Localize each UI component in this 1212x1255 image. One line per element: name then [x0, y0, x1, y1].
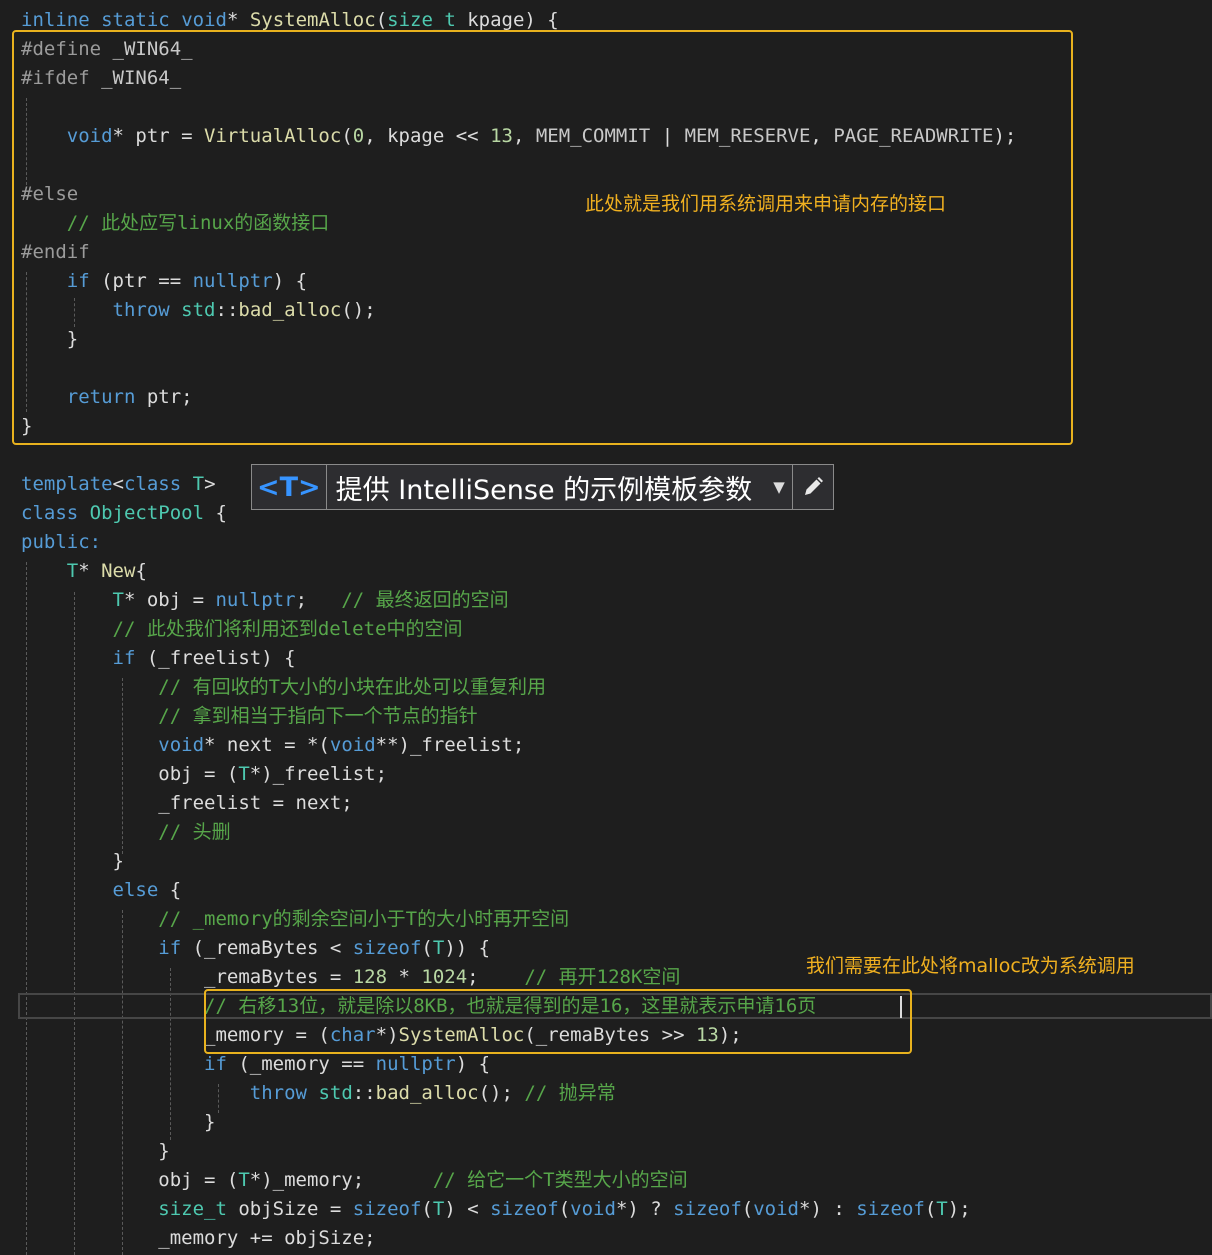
malloc-annotation: 我们需要在此处将malloc改为系统调用	[806, 955, 1135, 977]
code-line[interactable]: T* obj = nullptr; // 最终返回的空间	[21, 586, 509, 615]
code-line[interactable]: throw std::bad_alloc(); // 抛异常	[21, 1079, 616, 1108]
code-line[interactable]: if (_freelist) {	[21, 644, 296, 673]
code-line[interactable]: _remaBytes = 128 * 1024; // 再开128K空间	[21, 963, 680, 992]
systemalloc-highlight-box	[204, 989, 912, 1054]
template-param-badge[interactable]: <T>	[252, 465, 327, 509]
code-line[interactable]: if (_remaBytes < sizeof(T)) {	[21, 934, 490, 963]
code-line[interactable]: _freelist = next;	[21, 789, 352, 818]
code-line[interactable]: public:	[21, 528, 101, 557]
code-line[interactable]: if (_memory == nullptr) {	[21, 1050, 490, 1079]
code-comment[interactable]: // 有回收的T大小的小块在此处可以重复利用	[21, 673, 546, 702]
code-comment[interactable]: // 头删	[21, 818, 230, 847]
code-line[interactable]: template<class T>	[21, 470, 216, 499]
code-line[interactable]: class ObjectPool {	[21, 499, 227, 528]
chevron-down-icon[interactable]: ▼	[766, 478, 792, 496]
pencil-icon[interactable]	[792, 465, 833, 509]
syscall-annotation: 此处就是我们用系统调用来申请内存的接口	[585, 193, 947, 215]
code-comment[interactable]: // 此处我们将利用还到delete中的空间	[21, 615, 463, 644]
code-comment[interactable]: // _memory的剩余空间小于T的大小时再开空间	[21, 905, 569, 934]
code-line[interactable]: T* New{	[21, 557, 147, 586]
code-line[interactable]: _memory += objSize;	[21, 1224, 375, 1253]
code-line[interactable]: }	[21, 847, 124, 876]
code-line[interactable]: }	[21, 1137, 169, 1166]
code-line[interactable]: else {	[21, 876, 182, 905]
intellisense-hint-label: 提供 IntelliSense 的示例模板参数	[335, 474, 753, 506]
code-comment[interactable]: // 拿到相当于指向下一个节点的指针	[21, 702, 477, 731]
code-line[interactable]: void* next = *(void**)_freelist;	[21, 731, 524, 760]
code-line[interactable]: }	[21, 1108, 215, 1137]
code-line[interactable]: obj = (T*)_freelist;	[21, 760, 387, 789]
syscall-highlight-box	[12, 30, 1073, 445]
intellisense-template-bar[interactable]: <T> 提供 IntelliSense 的示例模板参数 ▼	[251, 464, 834, 510]
code-line[interactable]: size_t objSize = sizeof(T) < sizeof(void…	[21, 1195, 970, 1224]
code-line[interactable]: obj = (T*)_memory; // 给它一个T类型大小的空间	[21, 1166, 687, 1195]
